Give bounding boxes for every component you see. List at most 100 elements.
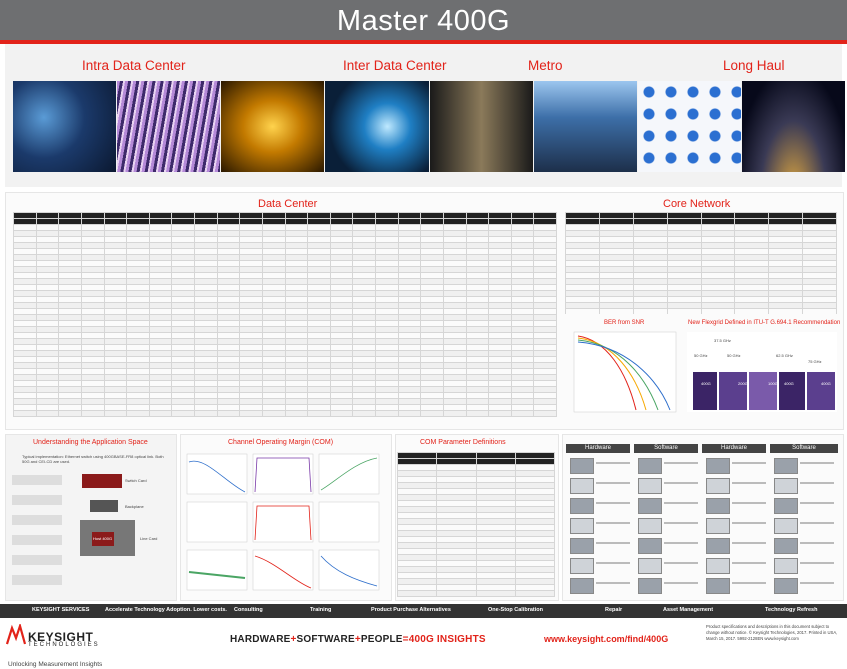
segment-metro: Metro (528, 58, 563, 73)
service-repair[interactable]: Repair (605, 607, 622, 613)
product-thumbnail (638, 538, 662, 554)
core-network-table (565, 212, 837, 314)
product-caption (732, 502, 766, 504)
flexgrid-label-2: 50 GHz (694, 353, 708, 358)
service-training[interactable]: Training (310, 607, 331, 613)
table-cell (734, 308, 770, 314)
table-cell (533, 410, 557, 417)
flexgrid-label-5: 75 GHz (808, 359, 822, 364)
flexgrid-dot-5: 400G (821, 381, 831, 386)
host-label: Host 400G (93, 536, 113, 541)
com-title: Channel Operating Margin (COM) (228, 439, 334, 446)
line-card-label: Line Card (140, 536, 158, 541)
product-caption (664, 542, 698, 544)
product-caption (596, 542, 630, 544)
product-thumbnail (570, 578, 594, 594)
table-cell (375, 410, 399, 417)
switch-card-label: Switch Card (125, 478, 147, 483)
keysight-wave-icon (5, 622, 27, 645)
product-thumbnail (638, 478, 662, 494)
table-cell (565, 308, 600, 314)
product-caption (596, 462, 630, 464)
product-thumbnail (706, 518, 730, 534)
segment-intra-dc: Intra Data Center (82, 58, 186, 73)
table-cell (632, 308, 668, 314)
table-cell (420, 410, 444, 417)
keysight-logo: KEYSIGHT TECHNOLOGIES Unlocking Measurem… (5, 622, 102, 668)
table-cell (148, 410, 173, 417)
product-thumbnail (638, 458, 662, 474)
product-caption (800, 462, 834, 464)
flexgrid-dot-4: 400G (784, 381, 794, 386)
product-thumbnail (706, 498, 730, 514)
product-thumbnail (570, 458, 594, 474)
page-title: Master 400G (336, 5, 511, 37)
flexgrid-label-1: 37.5 GHz (714, 338, 731, 343)
table-cell (436, 596, 477, 597)
app-space-side-labels (12, 475, 62, 595)
table-cell (58, 410, 82, 417)
product-thumbnail (638, 578, 662, 594)
product-caption (800, 482, 834, 484)
product-thumbnail (774, 478, 798, 494)
table-cell (103, 410, 128, 417)
brand-tagline: Unlocking Measurement Insights (8, 661, 103, 668)
table-cell (13, 410, 37, 417)
table-row (13, 410, 557, 417)
flexgrid-label-3: 50 GHz (727, 353, 741, 358)
services-label: KEYSIGHT SERVICES (32, 607, 90, 613)
table-cell (475, 596, 516, 597)
product-thumbnail (570, 538, 594, 554)
ber-title: BER from SNR (604, 320, 645, 326)
product-thumbnail (774, 578, 798, 594)
table-cell (465, 410, 490, 417)
circuit-board-image (13, 81, 117, 172)
tag-hardware: HARDWARE (230, 634, 291, 645)
table-cell (514, 596, 555, 597)
product-thumbnail (774, 498, 798, 514)
product-caption (596, 502, 630, 504)
product-caption (664, 582, 698, 584)
table-cell (598, 308, 634, 314)
eye-diagram-image (221, 81, 325, 172)
tag-people: PEOPLE (360, 634, 403, 645)
table-cell (397, 410, 422, 417)
product-thumbnail (570, 498, 594, 514)
product-caption (596, 482, 630, 484)
product-caption (732, 582, 766, 584)
table-cell (239, 410, 263, 417)
constellation-image (637, 81, 741, 172)
app-space-note: Typical implementation: Ethernet switch … (22, 454, 164, 464)
table-cell (510, 410, 535, 417)
product-thumbnail (774, 558, 798, 574)
product-thumbnail (706, 578, 730, 594)
tag-result: 400G INSIGHTS (408, 634, 486, 645)
product-thumbnail (570, 558, 594, 574)
product-thumbnail (570, 518, 594, 534)
table-cell (700, 308, 736, 314)
footer-url[interactable]: www.keysight.com/find/400G (544, 634, 668, 644)
product-caption (732, 542, 766, 544)
service-technology-refresh[interactable]: Technology Refresh (765, 607, 817, 613)
switch-card-block (82, 474, 122, 488)
core-network-title: Core Network (663, 198, 731, 210)
product-caption (800, 522, 834, 524)
software-header-1: Software (634, 444, 698, 453)
product-caption (664, 562, 698, 564)
app-space-title: Understanding the Application Space (33, 439, 148, 446)
service-asset-management[interactable]: Asset Management (663, 607, 713, 613)
brand-sub: TECHNOLOGIES (28, 642, 100, 648)
backplane-label: Backplane (125, 504, 144, 509)
flexgrid-dot-1: 400G (701, 381, 711, 386)
fiber-cables-image (117, 81, 221, 172)
flexgrid-label-4: 62.5 GHz (776, 353, 793, 358)
fiber-light-image (325, 81, 429, 172)
service-purchase[interactable]: Product Purchase Alternatives (371, 607, 451, 613)
service-calibration[interactable]: One-Stop Calibration (488, 607, 543, 613)
services-tagline: Accelerate Technology Adoption. Lower co… (105, 607, 227, 613)
hardware-header-1: Hardware (566, 444, 630, 453)
product-thumbnail (774, 458, 798, 474)
table-cell (666, 308, 702, 314)
service-consulting[interactable]: Consulting (234, 607, 263, 613)
product-thumbnail (706, 538, 730, 554)
